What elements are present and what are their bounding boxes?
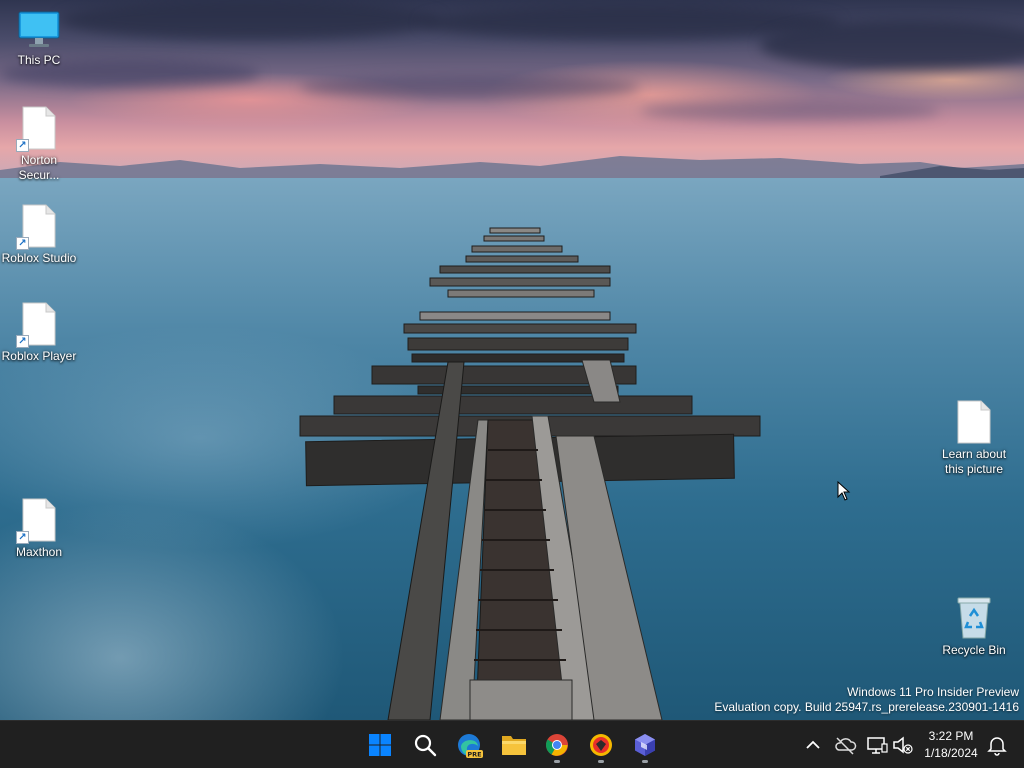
- file-shortcut-icon: ↗: [16, 498, 56, 544]
- search-icon: [414, 734, 437, 757]
- volume-muted-icon[interactable]: [891, 733, 915, 757]
- folder-icon: [502, 736, 526, 755]
- yandex-browser-icon: [590, 734, 612, 756]
- desktop-icon-label: Recycle Bin: [942, 643, 1006, 657]
- clock-time: 3:22 PM: [928, 729, 974, 743]
- running-indicator: [554, 760, 560, 763]
- this-pc-icon: [17, 10, 61, 50]
- edge-pre-icon: PRE: [458, 734, 483, 759]
- network-icon[interactable]: [865, 733, 889, 757]
- taskbar-file-explorer[interactable]: [493, 725, 533, 765]
- shortcut-arrow-icon: ↗: [16, 531, 29, 544]
- file-shortcut-icon: ↗: [16, 106, 56, 152]
- running-indicator: [598, 760, 604, 763]
- mouse-cursor-icon: [837, 481, 851, 501]
- watermark-build: Evaluation copy. Build 25947.rs_prerelea…: [714, 700, 1019, 714]
- chevron-up-icon[interactable]: [801, 733, 825, 757]
- file-shortcut-icon: ↗: [16, 204, 56, 250]
- svg-text:PRE: PRE: [467, 751, 481, 759]
- taskbar-edge-pre[interactable]: PRE: [449, 725, 489, 765]
- desktop-icon-learn-about-picture[interactable]: Learn about this picture: [936, 400, 1012, 477]
- desktop-icon-roblox-player[interactable]: ↗ Roblox Player: [1, 302, 77, 364]
- wallpaper-pier: [299, 227, 761, 720]
- search-button[interactable]: [405, 725, 445, 765]
- taskbar-yandex[interactable]: [581, 725, 621, 765]
- file-shortcut-icon: ↗: [16, 302, 56, 348]
- desktop-icon-label: Learn about this picture: [941, 447, 1007, 476]
- desktop-icon-maxthon[interactable]: ↗ Maxthon: [1, 498, 77, 560]
- desktop-icon-label: Roblox Player: [1, 349, 77, 363]
- windows-watermark: Windows 11 Pro Insider Preview Evaluatio…: [714, 685, 1019, 715]
- watermark-edition: Windows 11 Pro Insider Preview: [847, 685, 1019, 699]
- running-indicator: [642, 760, 648, 763]
- shortcut-arrow-icon: ↗: [16, 237, 29, 250]
- desktop-icon-label: Roblox Studio: [1, 251, 77, 265]
- shortcut-arrow-icon: ↗: [16, 335, 29, 348]
- desktop-icon-roblox-studio[interactable]: ↗ Roblox Studio: [1, 204, 77, 266]
- start-button[interactable]: [360, 725, 400, 765]
- taskbar-clock[interactable]: 3:22 PM 1/18/2024: [918, 728, 984, 762]
- file-icon: [957, 400, 991, 444]
- clock-date: 1/18/2024: [924, 746, 978, 760]
- windows-start-icon: [369, 734, 391, 756]
- onedrive-offline-icon[interactable]: [833, 733, 857, 757]
- desktop-wallpaper: [0, 0, 1024, 720]
- taskbar-cube-app[interactable]: [625, 725, 665, 765]
- desktop-icon-label: Maxthon: [15, 545, 63, 559]
- notification-bell-icon[interactable]: [985, 733, 1009, 757]
- cube-app-icon: [635, 734, 655, 756]
- taskbar-chrome[interactable]: [537, 725, 577, 765]
- chrome-icon: [546, 734, 568, 756]
- taskbar: PRE 3:22 PM 1/18/2024: [0, 720, 1024, 768]
- desktop-icon-recycle-bin[interactable]: Recycle Bin: [936, 596, 1012, 658]
- desktop-icon-norton[interactable]: ↗ Norton Secur...: [1, 106, 77, 183]
- desktop-icon-label: This PC: [17, 53, 61, 67]
- recycle-bin-icon: [955, 596, 993, 640]
- shortcut-arrow-icon: ↗: [16, 139, 29, 152]
- desktop-icon-label: Norton Secur...: [18, 153, 60, 182]
- desktop-icon-this-pc[interactable]: This PC: [1, 10, 77, 68]
